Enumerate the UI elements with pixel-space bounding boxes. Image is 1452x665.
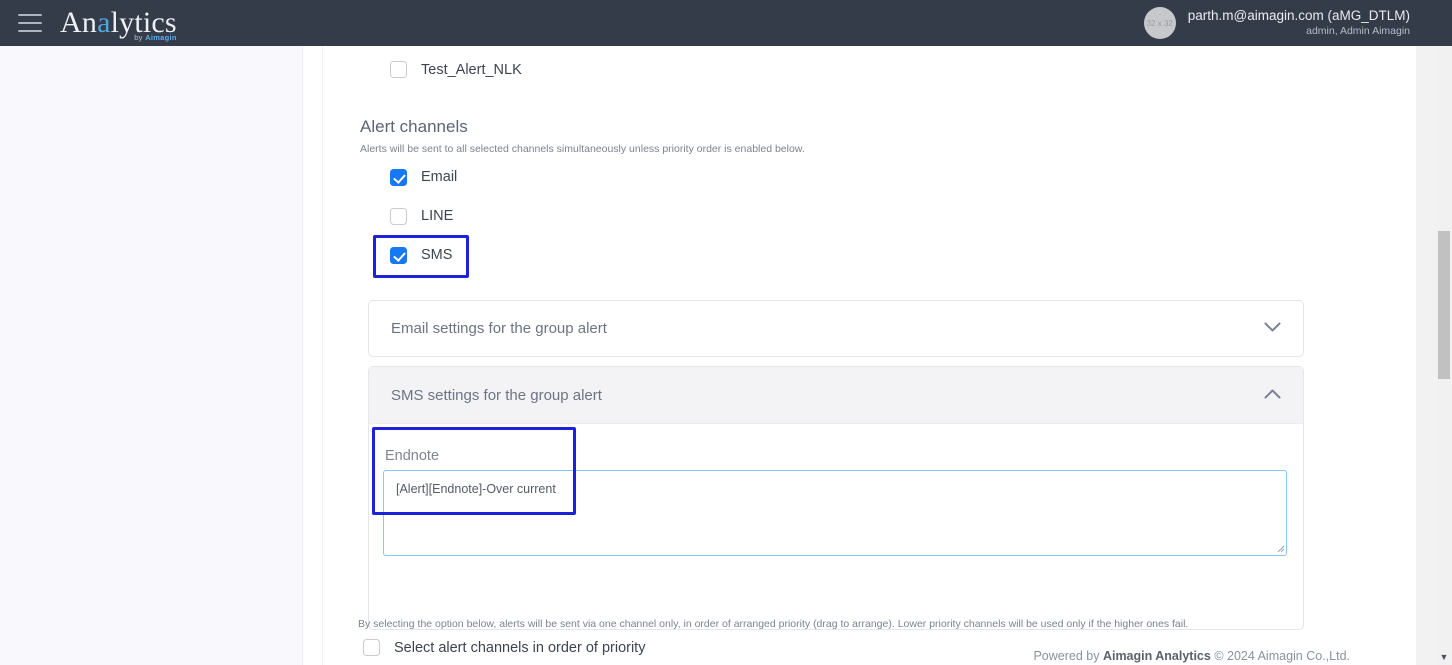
priority-checkbox-row[interactable]: Select alert channels in order of priori… [363,639,645,656]
endnote-field-wrap [383,470,1289,556]
channel-row-email[interactable]: Email [390,168,457,186]
logo-prefix: An [60,6,98,39]
accordion-sms-settings-header[interactable]: SMS settings for the group alert [369,367,1303,424]
alert-list-item[interactable]: Test_Alert_NLK [390,61,522,78]
channel-checkbox-line[interactable] [390,207,407,225]
footer-brand: Aimagin Analytics [1102,649,1211,663]
footer-suffix: © 2024 Aimagin Co.,Ltd. [1210,649,1350,663]
endnote-textarea[interactable] [383,470,1287,556]
page-scroll-down-arrow-icon[interactable]: ▼ [1436,649,1452,665]
user-meta: parth.m@aimagin.com (aMG_DTLM) admin, Ad… [1188,8,1410,38]
footer-prefix: Powered by [1033,649,1103,663]
channel-row-line[interactable]: LINE [390,207,457,225]
chevron-down-icon[interactable] [1264,321,1281,336]
app-logo[interactable]: Analytics by Aimagin [60,6,177,41]
endnote-label: Endnote [385,448,440,464]
channel-checkbox-email[interactable] [390,168,407,186]
accordion-email-settings[interactable]: Email settings for the group alert [368,300,1304,357]
alert-channels-title: Alert channels [360,117,468,136]
user-email: parth.m@aimagin.com (aMG_DTLM) [1187,8,1410,23]
priority-checkbox[interactable] [363,639,380,656]
app-root: Analytics by Aimagin 32 x 32 parth.m@aim… [0,0,1452,665]
app-header: Analytics by Aimagin 32 x 32 parth.m@aim… [0,0,1452,46]
footer-credit: Powered by Aimagin Analytics © 2024 Aima… [1033,649,1350,663]
logo-sub-by: by [134,32,146,42]
page-scrollbar-thumb[interactable] [1438,231,1450,379]
alert-list-item-label: Test_Alert_NLK [421,61,522,78]
channel-row-sms[interactable]: SMS [390,246,457,264]
alert-list-item-checkbox[interactable] [390,61,407,78]
channel-label-line: LINE [421,208,454,224]
logo-sub-brand: Aimagin [145,32,177,42]
alert-channels-description: Alerts will be sent to all selected chan… [360,143,805,155]
channel-label-sms: SMS [421,247,453,263]
main-content: Test_Alert_NLK ▼ Alert channels Alerts w… [333,46,1442,665]
accordion-sms-settings-body: Endnote [369,424,1303,556]
logo-subtitle: by Aimagin [134,32,177,42]
user-role: admin, Admin Aimagin [1306,24,1410,37]
accordion-sms-settings-title: SMS settings for the group alert [391,386,602,404]
chevron-up-icon[interactable] [1264,388,1281,403]
page-gutter [1416,46,1436,665]
priority-checkbox-label: Select alert channels in order of priori… [394,639,646,656]
logo-highlight: a [97,6,111,39]
page-scrollbar[interactable]: ▼ [1436,46,1452,665]
user-account-block[interactable]: 32 x 32 parth.m@aimagin.com (aMG_DTLM) a… [1143,0,1410,46]
hamburger-menu-icon[interactable] [18,14,42,32]
priority-note: By selecting the option below, alerts wi… [358,618,1189,630]
channel-label-email: Email [421,169,458,185]
channel-checkbox-sms[interactable] [390,246,407,264]
accordion-sms-settings: SMS settings for the group alert Endnote [368,366,1304,630]
avatar: 32 x 32 [1143,7,1176,39]
alert-channels-list: Email LINE SMS [390,168,457,264]
accordion-email-settings-title: Email settings for the group alert [391,320,607,337]
